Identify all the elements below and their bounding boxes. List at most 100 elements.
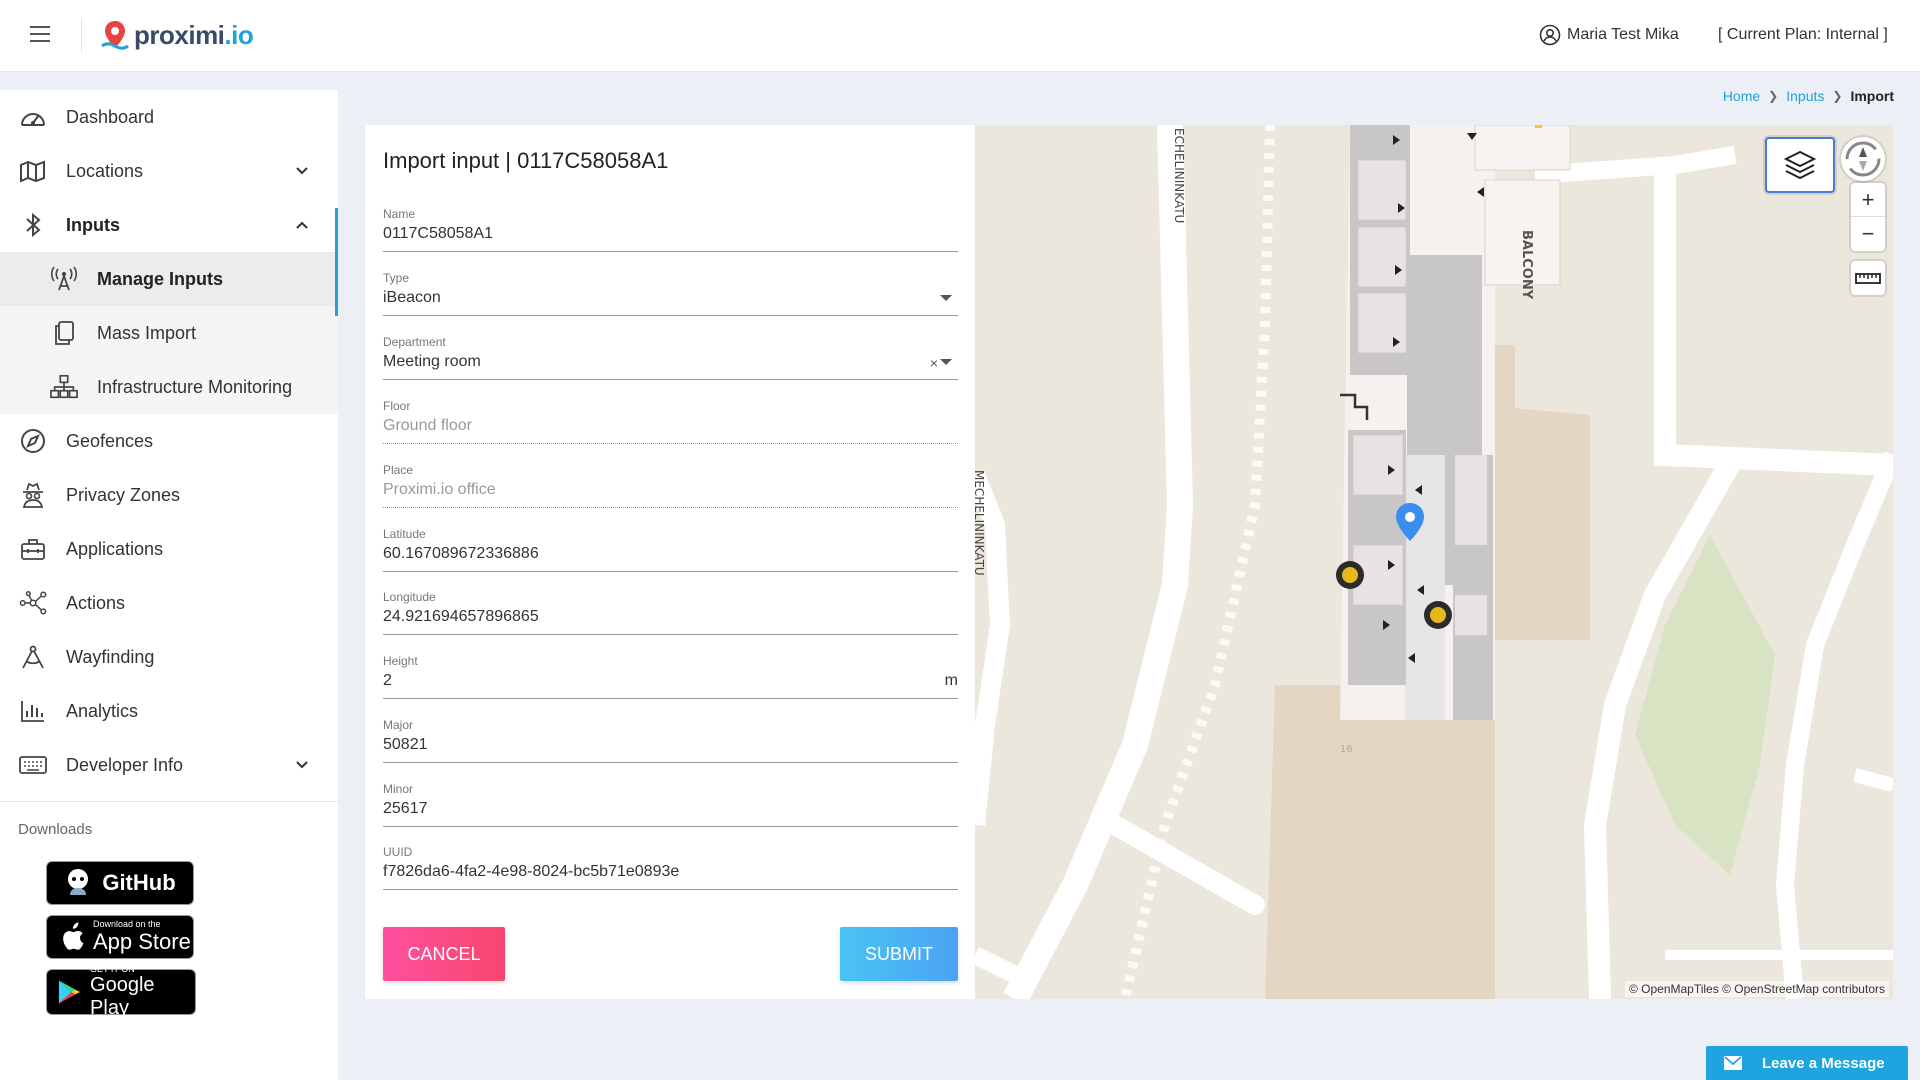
location-pin-logo-icon: [101, 21, 129, 50]
layers-icon: [1783, 150, 1817, 180]
user-circle-icon: [1539, 24, 1561, 46]
downloads-label: Downloads: [18, 821, 93, 838]
compass-icon: [19, 427, 47, 455]
type-select[interactable]: Type iBeacon: [383, 271, 958, 317]
floor-label: Floor: [383, 399, 411, 413]
user-name: Maria Test Mika: [1567, 26, 1679, 43]
major-input[interactable]: 50821: [383, 736, 958, 754]
github-badge[interactable]: GitHub: [46, 861, 194, 905]
uuid-input[interactable]: f7826da6-4fa2-4e98-8024-bc5b71e0893e: [383, 863, 958, 881]
longitude-input[interactable]: 24.921694657896865: [383, 608, 958, 626]
keyboard-icon: [19, 751, 47, 779]
google-play-icon: [58, 980, 81, 1004]
floor-value: Ground floor: [383, 417, 472, 434]
sidebar-item-label: Infrastructure Monitoring: [97, 376, 293, 397]
department-value[interactable]: Meeting room: [383, 353, 958, 371]
breadcrumb-inputs[interactable]: Inputs: [1786, 88, 1824, 104]
leave-message-label: Leave a Message: [1762, 1054, 1885, 1072]
submit-button[interactable]: SUBMIT: [840, 927, 958, 981]
sidebar-item-inputs[interactable]: Inputs: [0, 198, 338, 252]
zoom-control: + −: [1851, 183, 1885, 251]
sidebar-item-developer-info[interactable]: Developer Info: [0, 738, 338, 792]
app-store-badge[interactable]: Download on the App Store: [46, 915, 194, 959]
sidebar-item-label: Analytics: [66, 700, 139, 721]
sidebar-item-wayfinding[interactable]: Wayfinding: [0, 630, 338, 684]
compass-reset-icon: [1845, 141, 1881, 177]
major-field[interactable]: Major 50821: [383, 718, 958, 764]
building-number: 16: [1340, 744, 1353, 755]
longitude-field[interactable]: Longitude 24.921694657896865: [383, 590, 958, 636]
cancel-button[interactable]: CANCEL: [383, 927, 505, 981]
name-input[interactable]: 0117C58058A1: [383, 225, 958, 243]
sidebar-item-actions[interactable]: Actions: [0, 576, 338, 630]
breadcrumb: Home ❯ Inputs ❯ Import: [1723, 88, 1894, 104]
map-canvas[interactable]: BALCONY ECHELININKATU MECHELININKATU 16: [975, 125, 1893, 999]
user-secret-icon: [19, 481, 47, 509]
sidebar-item-infrastructure-monitoring[interactable]: Infrastructure Monitoring: [0, 360, 338, 414]
sidebar-item-applications[interactable]: Applications: [0, 522, 338, 576]
map-attribution: © OpenMapTiles © OpenStreetMap contribut…: [1624, 981, 1889, 997]
sidebar-item-manage-inputs[interactable]: Manage Inputs: [0, 252, 338, 306]
chevron-right-icon: ❯: [1768, 89, 1779, 103]
zoom-out-button[interactable]: −: [1851, 217, 1885, 251]
sidebar-item-privacy-zones[interactable]: Privacy Zones: [0, 468, 338, 522]
name-field[interactable]: Name 0117C58058A1: [383, 207, 958, 253]
type-value[interactable]: iBeacon: [383, 289, 958, 307]
clear-icon[interactable]: ×: [930, 355, 938, 371]
latitude-field[interactable]: Latitude 60.167089672336886: [383, 527, 958, 573]
google-play-badge[interactable]: GET IT ON Google Play: [46, 964, 196, 1019]
sidebar-item-mass-import[interactable]: Mass Import: [0, 306, 338, 360]
balcony-label: BALCONY: [1519, 230, 1534, 300]
uuid-field[interactable]: UUID f7826da6-4fa2-4e98-8024-bc5b71e0893…: [383, 845, 958, 891]
chevron-down-icon: [296, 167, 308, 175]
leave-message-button[interactable]: Leave a Message: [1706, 1046, 1908, 1080]
map-icon: [19, 157, 47, 185]
bluetooth-icon: [19, 211, 47, 239]
field-underline: [383, 251, 958, 252]
copy-icon: [50, 319, 78, 347]
field-underline: [383, 315, 958, 316]
toolbox-icon: [19, 535, 47, 563]
logo-text: proximi.io: [134, 19, 254, 50]
height-label: Height: [383, 654, 418, 668]
github-octocat-icon: [68, 869, 89, 895]
compass-button[interactable]: [1841, 137, 1885, 181]
field-underline: [383, 571, 958, 572]
layers-button[interactable]: [1765, 137, 1835, 193]
map-view[interactable]: BALCONY ECHELININKATU MECHELININKATU 16 …: [975, 125, 1893, 999]
field-underline: [383, 379, 958, 380]
sidebar-item-label: Actions: [66, 592, 126, 613]
latitude-label: Latitude: [383, 527, 426, 541]
sidebar-item-geofences[interactable]: Geofences: [0, 414, 338, 468]
department-select[interactable]: Department Meeting room ×: [383, 335, 958, 381]
dropdown-arrow-icon[interactable]: [940, 359, 952, 365]
breadcrumb-home[interactable]: Home: [1723, 88, 1760, 104]
user-menu[interactable]: Maria Test Mika: [1539, 24, 1679, 46]
measure-button[interactable]: [1851, 261, 1885, 295]
app-store-text: Download on the App Store: [93, 919, 191, 954]
latitude-input[interactable]: 60.167089672336886: [383, 545, 958, 563]
type-label: Type: [383, 271, 410, 285]
street-label: ECHELININKATU: [1172, 128, 1186, 223]
sidebar-item-locations[interactable]: Locations: [0, 144, 338, 198]
height-input[interactable]: 2: [383, 672, 958, 690]
minor-label: Minor: [383, 782, 414, 796]
minor-input[interactable]: 25617: [383, 800, 958, 818]
sidebar-item-analytics[interactable]: Analytics: [0, 684, 338, 738]
place-label: Place: [383, 463, 414, 477]
height-field[interactable]: Height 2 m: [383, 654, 958, 700]
zoom-in-button[interactable]: +: [1851, 183, 1885, 217]
network-icon: [19, 589, 47, 617]
current-plan: [ Current Plan: Internal ]: [1718, 26, 1888, 43]
drafting-compass-icon: [19, 643, 47, 671]
breadcrumb-current: Import: [1850, 88, 1894, 104]
import-form-card: Import input | 0117C58058A1 Name 0117C58…: [365, 125, 975, 999]
logo[interactable]: proximi.io: [98, 18, 254, 52]
apple-icon: [63, 922, 84, 950]
google-play-text: GET IT ON Google Play: [90, 964, 155, 1019]
minor-field[interactable]: Minor 25617: [383, 782, 958, 828]
dropdown-arrow-icon[interactable]: [940, 295, 952, 301]
menu-icon[interactable]: [30, 26, 50, 44]
sidebar-item-dashboard[interactable]: Dashboard: [0, 90, 338, 144]
github-badge-label: GitHub: [102, 870, 176, 895]
